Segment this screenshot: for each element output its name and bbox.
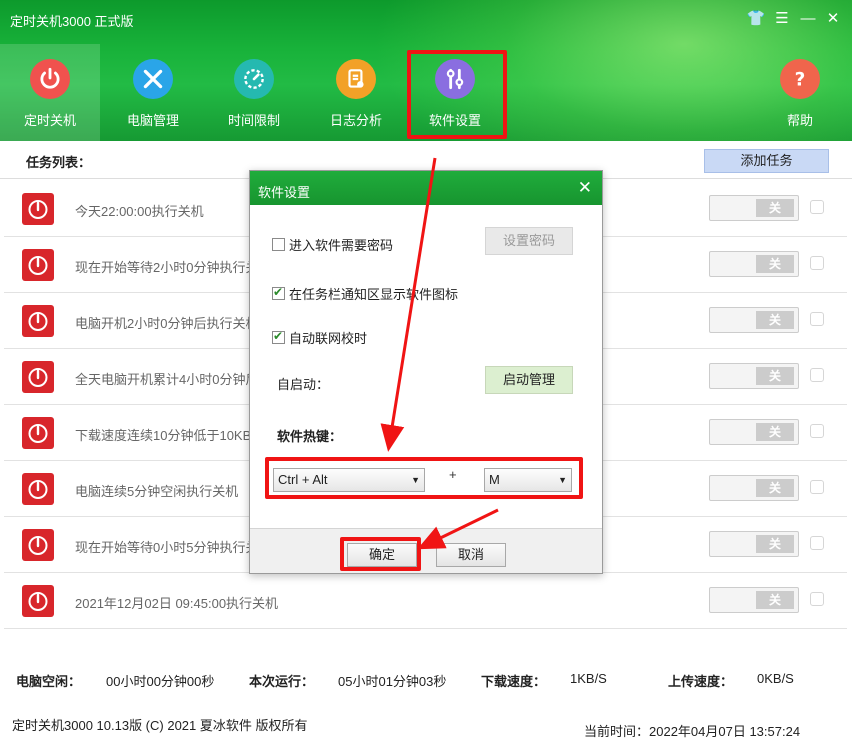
download-label: 下载速度：: [481, 674, 547, 689]
toggle-off-label: 关: [756, 255, 794, 273]
edit-icon[interactable]: [810, 536, 824, 550]
power-icon: [22, 361, 54, 393]
autostart-label: 自启动：: [277, 377, 330, 392]
tray-checkbox-row[interactable]: 在任务栏通知区显示软件图标: [272, 284, 458, 303]
idle-label: 电脑空闲：: [16, 674, 82, 689]
settings-dialog: 软件设置 ✕ 进入软件需要密码 设置密码 在任务栏通知区显示软件图标 自动联网校…: [249, 170, 603, 574]
task-text: 全天电脑开机累计4小时0分钟后: [75, 372, 259, 387]
task-text: 今天22:00:00执行关机: [75, 204, 204, 219]
toggle-off-label: 关: [756, 311, 794, 329]
nav-label: 定时关机: [23, 113, 76, 128]
password-checkbox[interactable]: [272, 238, 285, 251]
toggle-off-label: 关: [756, 535, 794, 553]
toggle-off-label: 关: [756, 199, 794, 217]
set-password-button[interactable]: 设置密码: [485, 227, 573, 255]
password-checkbox-row[interactable]: 进入软件需要密码: [272, 235, 393, 254]
time-sync-checkbox[interactable]: [272, 329, 285, 344]
close-icon[interactable]: ✕: [822, 8, 844, 30]
upload-value: 0KB/S: [757, 671, 794, 686]
power-icon: [22, 529, 54, 561]
run-value: 05小时01分钟03秒: [338, 674, 447, 689]
task-row[interactable]: 2021年12月02日 09:45:00执行关机 关: [4, 573, 847, 629]
tools-icon: [133, 59, 173, 99]
minimize-icon[interactable]: —: [797, 8, 819, 30]
task-text: 下载速度连续10分钟低于10KB: [75, 428, 252, 443]
dialog-footer: 确定 取消: [250, 529, 602, 573]
edit-icon[interactable]: [810, 200, 824, 214]
tray-checkbox-label: 在任务栏通知区显示软件图标: [289, 287, 459, 302]
run-label: 本次运行：: [249, 674, 315, 689]
power-icon: [22, 585, 54, 617]
nav-label: 电脑管理: [126, 113, 179, 128]
toggle-off-label: 关: [756, 423, 794, 441]
nav-item-shutdown[interactable]: 定时关机: [0, 44, 100, 141]
toggle-off-label: 关: [756, 591, 794, 609]
edit-icon[interactable]: [810, 424, 824, 438]
edit-icon[interactable]: [810, 368, 824, 382]
edit-icon[interactable]: [810, 592, 824, 606]
nav-item-computer[interactable]: 电脑管理: [103, 44, 203, 141]
hotkey-label: 软件热键：: [277, 429, 343, 444]
settings-highlight-box: [407, 50, 507, 139]
task-toggle[interactable]: 关: [709, 531, 799, 557]
task-text: 现在开始等待0小时5分钟执行关: [75, 540, 259, 555]
cancel-button[interactable]: 取消: [436, 543, 506, 567]
upload-label: 上传速度：: [668, 674, 734, 689]
task-text: 现在开始等待2小时0分钟执行关: [75, 260, 259, 275]
task-toggle[interactable]: 关: [709, 363, 799, 389]
svg-text:?: ?: [795, 70, 806, 91]
ok-highlight-box: [340, 537, 421, 571]
password-checkbox-label: 进入软件需要密码: [289, 238, 394, 253]
task-toggle[interactable]: 关: [709, 195, 799, 221]
app-title: 定时关机3000 正式版: [10, 14, 134, 29]
skin-icon[interactable]: 👕: [745, 8, 767, 30]
time-sync-checkbox-row[interactable]: 自动联网校时: [272, 328, 367, 347]
copyright-text: 定时关机3000 10.13版 (C) 2021 夏冰软件 版权所有: [12, 718, 308, 733]
dialog-title: 软件设置: [258, 185, 311, 200]
timer-icon: [234, 59, 274, 99]
power-icon: [22, 249, 54, 281]
edit-icon[interactable]: [810, 312, 824, 326]
autostart-manage-button[interactable]: 启动管理: [485, 366, 573, 394]
tray-checkbox[interactable]: [272, 285, 285, 300]
task-list-title: 任务列表：: [26, 155, 92, 170]
toggle-off-label: 关: [756, 367, 794, 385]
task-text: 电脑连续5分钟空闲执行关机: [75, 484, 239, 499]
idle-value: 00小时00分钟00秒: [106, 674, 215, 689]
task-toggle[interactable]: 关: [709, 307, 799, 333]
nav-label: 帮助: [786, 113, 813, 128]
power-icon: [22, 417, 54, 449]
footer: 定时关机3000 10.13版 (C) 2021 夏冰软件 版权所有 当前时间：…: [0, 704, 852, 744]
time-sync-checkbox-label: 自动联网校时: [289, 331, 368, 346]
power-icon: [22, 305, 54, 337]
status-bar: 电脑空闲： 00小时00分钟00秒 本次运行： 05小时01分钟03秒 下载速度…: [0, 663, 852, 693]
power-icon: [30, 59, 70, 99]
nav-item-help[interactable]: ? 帮助: [750, 44, 850, 141]
hotkey-highlight-box: [265, 457, 583, 499]
edit-icon[interactable]: [810, 256, 824, 270]
download-value: 1KB/S: [570, 671, 607, 686]
edit-icon[interactable]: [810, 480, 824, 494]
menu-icon[interactable]: ☰: [771, 8, 793, 30]
task-text: 电脑开机2小时0分钟后执行关机: [75, 316, 259, 331]
power-icon: [22, 193, 54, 225]
task-toggle[interactable]: 关: [709, 419, 799, 445]
add-task-button[interactable]: 添加任务: [704, 149, 829, 173]
dialog-title-bar: 软件设置 ✕: [250, 171, 602, 205]
nav-item-log[interactable]: 日志分析: [306, 44, 406, 141]
nav-label: 时间限制: [227, 113, 280, 128]
help-icon: ?: [780, 59, 820, 99]
task-toggle[interactable]: 关: [709, 475, 799, 501]
power-icon: [22, 473, 54, 505]
log-icon: [336, 59, 376, 99]
nav-label: 日志分析: [329, 113, 382, 128]
toggle-off-label: 关: [756, 479, 794, 497]
task-text: 2021年12月02日 09:45:00执行关机: [75, 596, 279, 611]
task-toggle[interactable]: 关: [709, 587, 799, 613]
dialog-close-icon[interactable]: ✕: [578, 178, 592, 198]
nav-item-time-limit[interactable]: 时间限制: [204, 44, 304, 141]
task-toggle[interactable]: 关: [709, 251, 799, 277]
current-time: 当前时间：2022年04月07日 13:57:24: [584, 724, 801, 739]
